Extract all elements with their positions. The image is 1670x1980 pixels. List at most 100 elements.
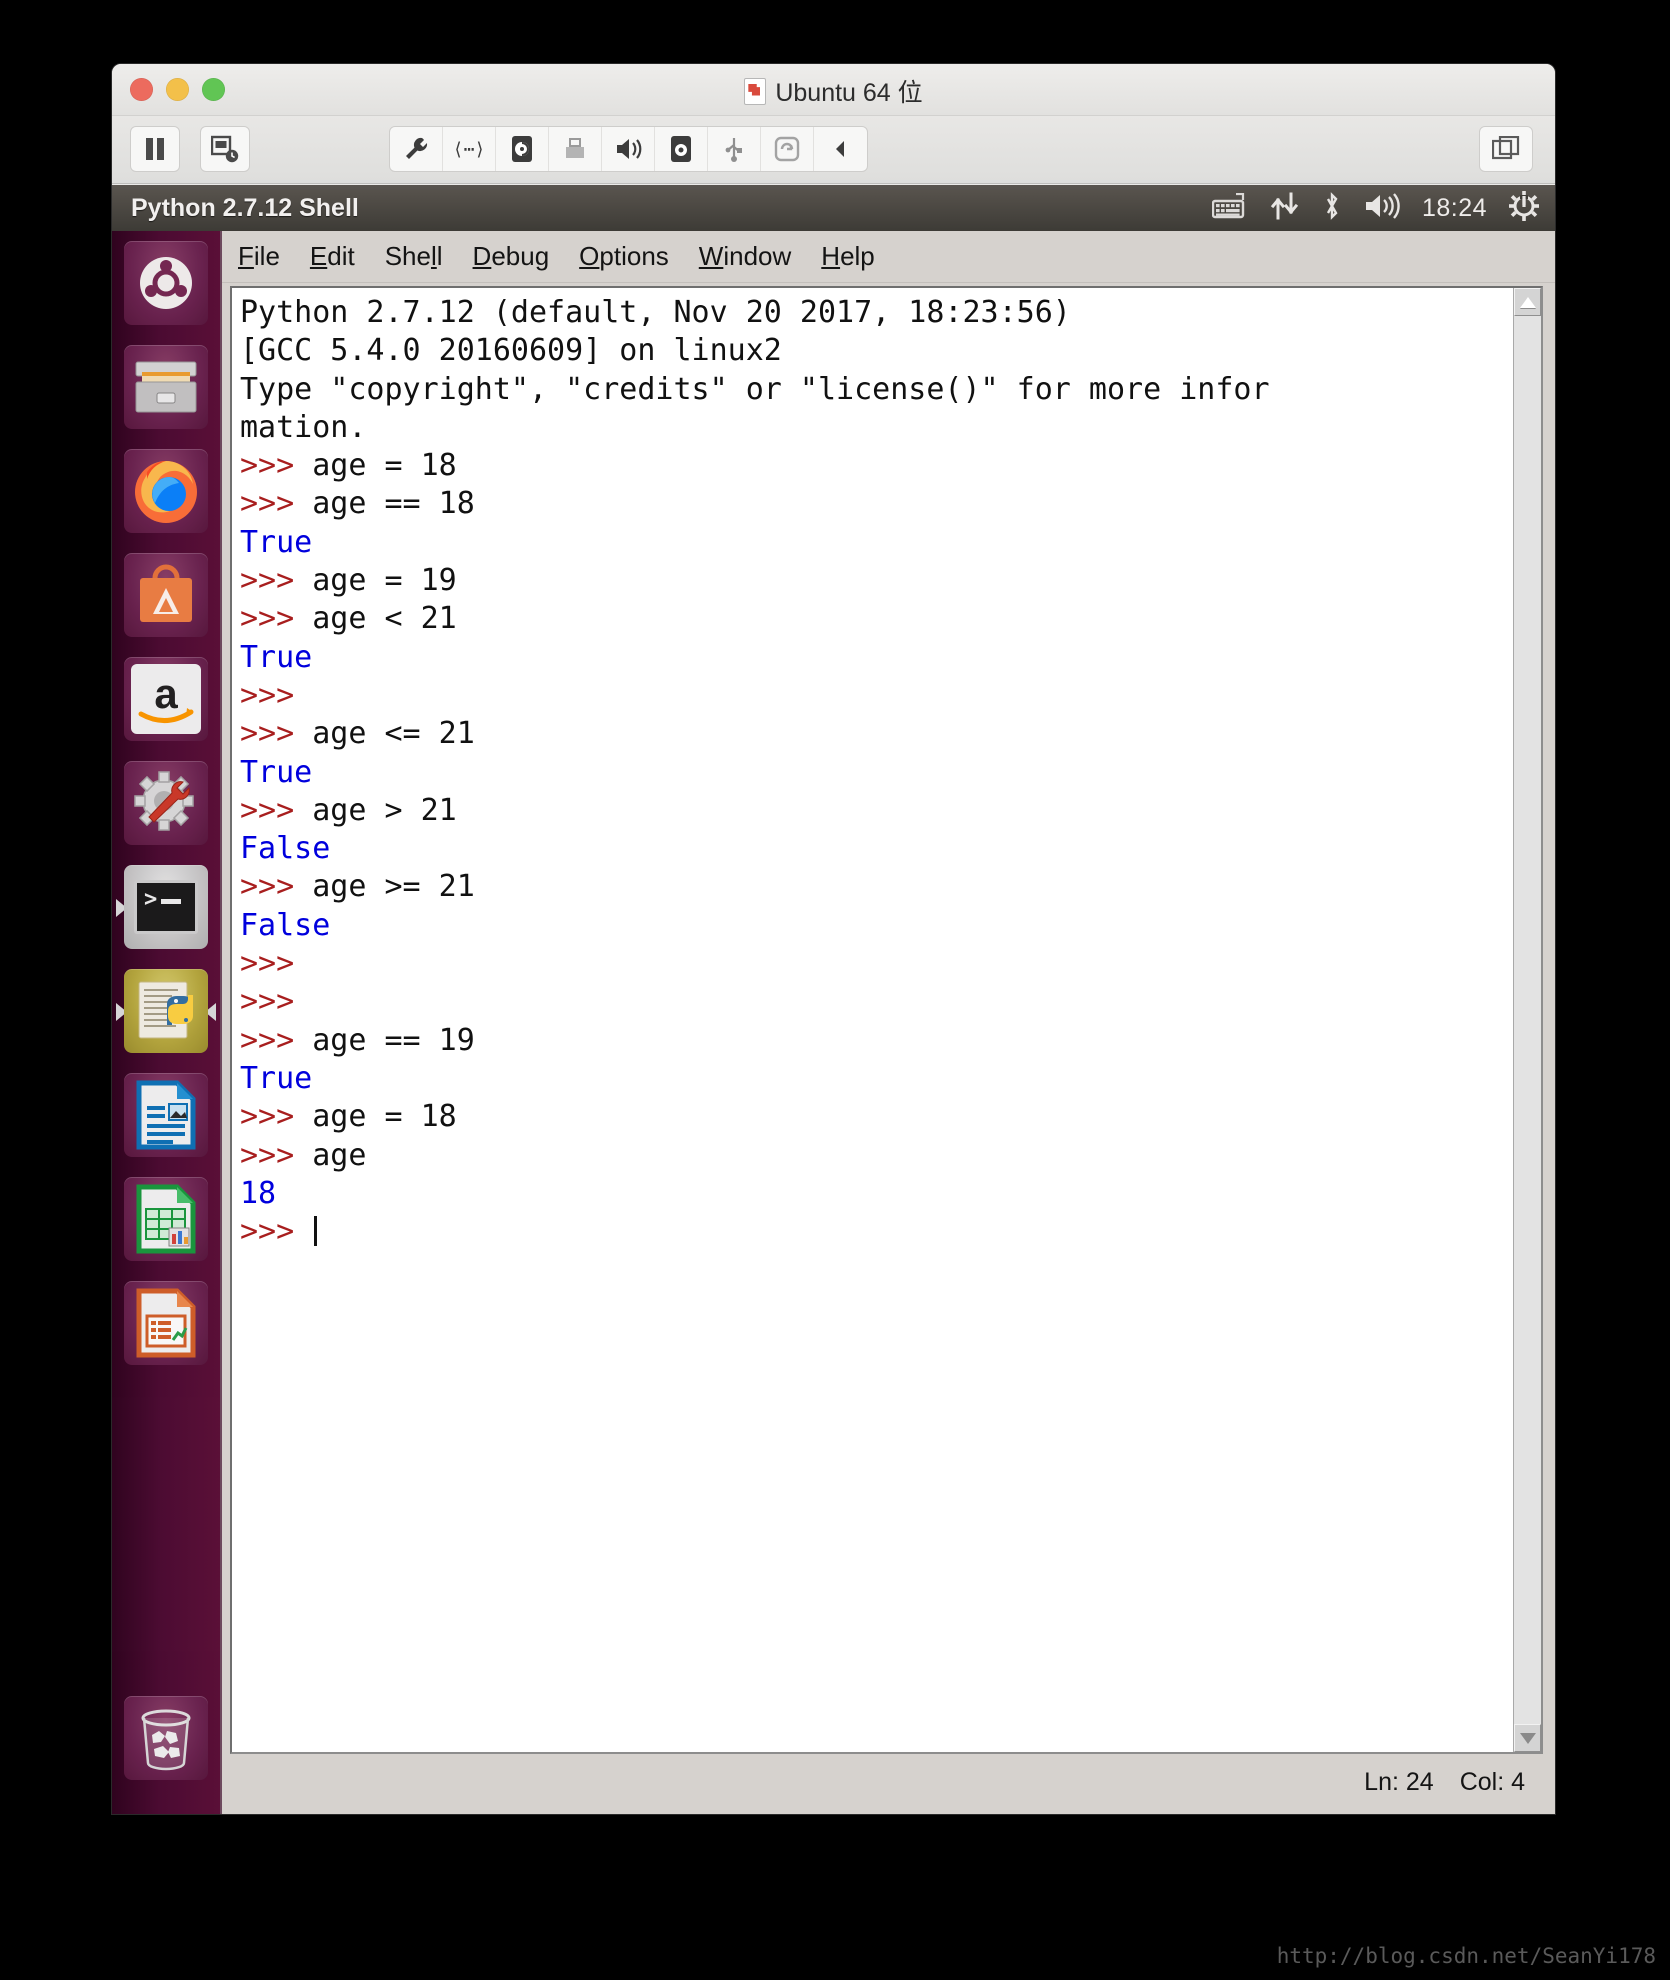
shell-line: >>> age = 18 [240, 1098, 1513, 1136]
keyboard-icon[interactable] [1211, 192, 1248, 224]
shell-line: >>> [240, 983, 1513, 1021]
sound-button[interactable] [602, 127, 655, 171]
shell-line: False [240, 830, 1513, 868]
panel-clock[interactable]: 18:24 [1422, 194, 1487, 223]
launcher-item-libreoffice-impress[interactable] [118, 1277, 214, 1373]
shell-prompt: >>> [240, 486, 313, 522]
usb-button[interactable] [708, 127, 761, 171]
shell-output-text: True [240, 524, 313, 560]
settings-button[interactable] [390, 127, 443, 171]
panel-window-title: Python 2.7.12 Shell [131, 193, 359, 222]
launcher-item-files[interactable] [118, 341, 214, 437]
text-cursor [314, 1216, 318, 1247]
shell-input-text: age [312, 1137, 367, 1173]
system-settings-icon [134, 771, 194, 831]
shell-line: >>> age = 18 [240, 447, 1513, 485]
shell-line: True [240, 524, 1513, 562]
chevron-up-icon [1519, 296, 1536, 308]
scrollbar-track[interactable] [1514, 316, 1541, 1724]
camera-button[interactable] [655, 127, 708, 171]
shell-prompt: >>> [240, 677, 295, 713]
menu-options[interactable]: Options [579, 241, 669, 272]
ubuntu-guest-screen: Python 2.7.12 Shell 18:24 a > File Edit … [112, 185, 1555, 1814]
idle-python-icon [138, 981, 193, 1039]
terminal-prompt-icon: > [144, 887, 158, 912]
vm-device-toolbar: ⟨⋯⟩ [389, 126, 868, 172]
shell-line: >>> age < 21 [240, 600, 1513, 638]
vm-title-text: Ubuntu 64 位 [775, 79, 923, 107]
printer-button[interactable] [549, 127, 602, 171]
menu-file[interactable]: File [238, 241, 280, 272]
shell-output-text: False [240, 831, 331, 867]
libreoffice-impress-icon [136, 1288, 196, 1358]
shell-prompt: >>> [240, 1022, 313, 1058]
settings-wrench-icon [406, 137, 428, 159]
shell-line: >>> [240, 677, 1513, 715]
idle-shell-window: File Edit Shell Debug Options Window Hel… [220, 231, 1555, 1814]
firefox-icon [135, 461, 197, 523]
collapse-toolbar-button[interactable] [814, 127, 867, 171]
snapshot-button[interactable] [200, 126, 250, 172]
shell-line: >>> age >= 21 [240, 868, 1513, 906]
launcher-item-ubuntu-software[interactable] [118, 549, 214, 645]
shell-input-text: age = 18 [312, 448, 457, 484]
shell-output-text: True [240, 754, 313, 790]
launcher-item-system-settings[interactable] [118, 757, 214, 853]
status-line-number: Ln: 24 [1364, 1767, 1434, 1796]
shell-prompt: >>> [240, 601, 313, 637]
harddisk-button[interactable] [496, 127, 549, 171]
shell-line: False [240, 907, 1513, 945]
snapshot-clock-icon [211, 135, 239, 163]
scroll-up-button[interactable] [1514, 288, 1541, 316]
pause-button[interactable] [130, 126, 180, 172]
menu-help[interactable]: Help [821, 241, 874, 272]
shell-input-text: age >= 21 [312, 869, 475, 905]
launcher-item-amazon[interactable]: a [118, 653, 214, 749]
network-transfer-icon[interactable] [1270, 192, 1300, 225]
shell-input-text: age = 19 [312, 563, 457, 599]
launcher-item-trash[interactable] [118, 1692, 214, 1788]
bluetooth-icon[interactable] [1322, 191, 1342, 226]
shell-line: True [240, 754, 1513, 792]
idle-status-bar: Ln: 24 Col: 4 [230, 1758, 1543, 1806]
volume-icon[interactable] [1364, 192, 1400, 225]
menu-debug[interactable]: Debug [473, 241, 550, 272]
unity-view-icon [1492, 136, 1520, 160]
power-gear-icon[interactable] [1509, 190, 1539, 226]
shell-prompt: >>> [240, 1137, 313, 1173]
unity-launcher: a > [112, 231, 220, 1814]
vertical-scrollbar[interactable] [1513, 288, 1541, 1752]
shell-line: mation. [240, 409, 1513, 447]
menu-edit[interactable]: Edit [310, 241, 355, 272]
menu-window[interactable]: Window [699, 241, 791, 272]
shell-line: >>> age == 19 [240, 1022, 1513, 1060]
launcher-item-idle-python[interactable] [116, 965, 216, 1061]
launcher-item-libreoffice-writer[interactable] [118, 1069, 214, 1165]
vmware-toolbar: ⟨⋯⟩ [112, 116, 1555, 184]
pause-icon [146, 138, 164, 160]
sync-button[interactable] [761, 127, 814, 171]
status-column-number: Col: 4 [1459, 1767, 1525, 1796]
launcher-item-ubuntu-dash[interactable] [118, 237, 214, 333]
sound-icon [617, 139, 642, 159]
shell-prompt: >>> [240, 716, 313, 752]
unity-view-button[interactable] [1479, 126, 1533, 172]
shell-line: >>> [240, 1213, 1513, 1251]
shell-line: >>> age == 18 [240, 485, 1513, 523]
menu-shell[interactable]: Shell [385, 241, 443, 272]
terminal-cursor-icon [161, 899, 181, 904]
launcher-item-terminal[interactable]: > [116, 861, 214, 957]
shell-banner-text: [GCC 5.4.0 20160609] on linux2 [240, 333, 782, 369]
launcher-item-firefox[interactable] [118, 445, 214, 541]
network-button[interactable]: ⟨⋯⟩ [443, 127, 496, 171]
shell-input-text: age == 19 [312, 1022, 475, 1058]
shell-output-area[interactable]: Python 2.7.12 (default, Nov 20 2017, 18:… [232, 288, 1513, 1752]
shell-prompt: >>> [240, 1099, 313, 1135]
scroll-down-button[interactable] [1514, 1724, 1541, 1752]
shell-prompt: >>> [240, 1214, 313, 1250]
launcher-item-libreoffice-calc[interactable] [118, 1173, 214, 1269]
panel-indicators: 18:24 [1211, 190, 1555, 226]
idle-text-frame: Python 2.7.12 (default, Nov 20 2017, 18:… [230, 286, 1543, 1754]
shell-input-text: age > 21 [312, 792, 457, 828]
shell-banner-text: mation. [240, 409, 367, 445]
